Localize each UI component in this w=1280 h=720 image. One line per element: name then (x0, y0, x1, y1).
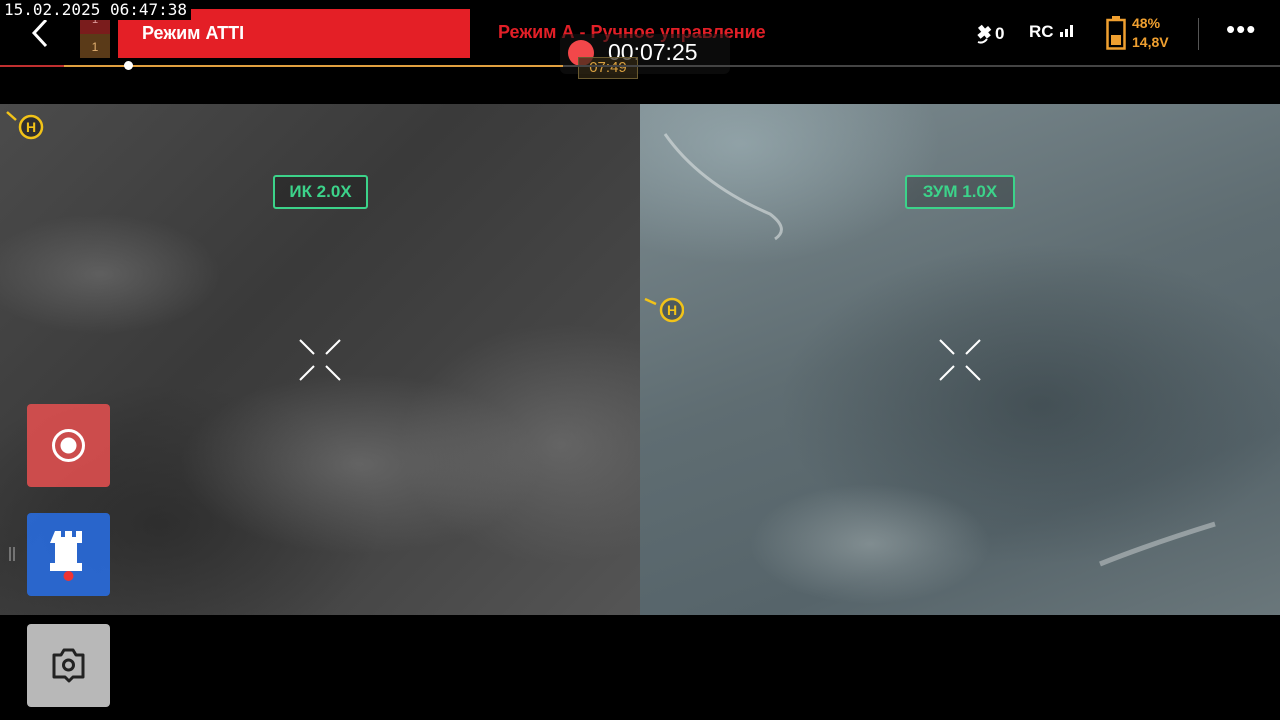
zoom-camera-feed[interactable]: H ЗУМ 1.0X (640, 104, 1280, 615)
timestamp: 15.02.2025 06:47:38 (0, 0, 192, 20)
rc-signal[interactable]: RC (1029, 22, 1076, 42)
battery-icon[interactable] (1106, 16, 1126, 50)
progress-fill (0, 65, 564, 67)
satellite-icon[interactable] (974, 22, 996, 46)
elapsed-time: 07:49 (578, 57, 638, 79)
ir-zoom-label[interactable]: ИК 2.0X (273, 175, 368, 209)
home-point-icon: H (644, 297, 684, 323)
home-label: H (667, 302, 677, 318)
tower-icon (50, 531, 82, 581)
rc-label: RC (1029, 22, 1054, 41)
record-button[interactable] (27, 404, 110, 487)
battery-voltage: 14,8V (1132, 34, 1169, 50)
more-menu-icon[interactable]: ••• (1226, 16, 1256, 46)
tower-button[interactable] (27, 513, 110, 596)
home-label: H (26, 119, 36, 135)
mini-map[interactable]: 1 1 (80, 14, 110, 58)
mini-map-bottom: 1 (91, 40, 99, 54)
battery-percent: 48% (1132, 15, 1161, 31)
back-icon[interactable] (26, 16, 56, 50)
screenshot-button[interactable] (27, 624, 110, 707)
crosshair-icon (939, 339, 981, 381)
home-point-icon: H (6, 111, 44, 140)
record-icon (52, 429, 85, 462)
zoom-level-label[interactable]: ЗУМ 1.0X (905, 175, 1015, 209)
camera-icon (52, 648, 85, 683)
progress-bar[interactable] (0, 61, 1280, 70)
progress-knob[interactable] (124, 61, 133, 70)
satellite-count: 0 (995, 24, 1005, 43)
progress-buffer (0, 65, 64, 67)
crosshair-icon (299, 339, 341, 381)
divider (1198, 18, 1199, 50)
drag-handle-icon[interactable] (8, 546, 16, 562)
signal-bars-icon (1060, 25, 1074, 37)
